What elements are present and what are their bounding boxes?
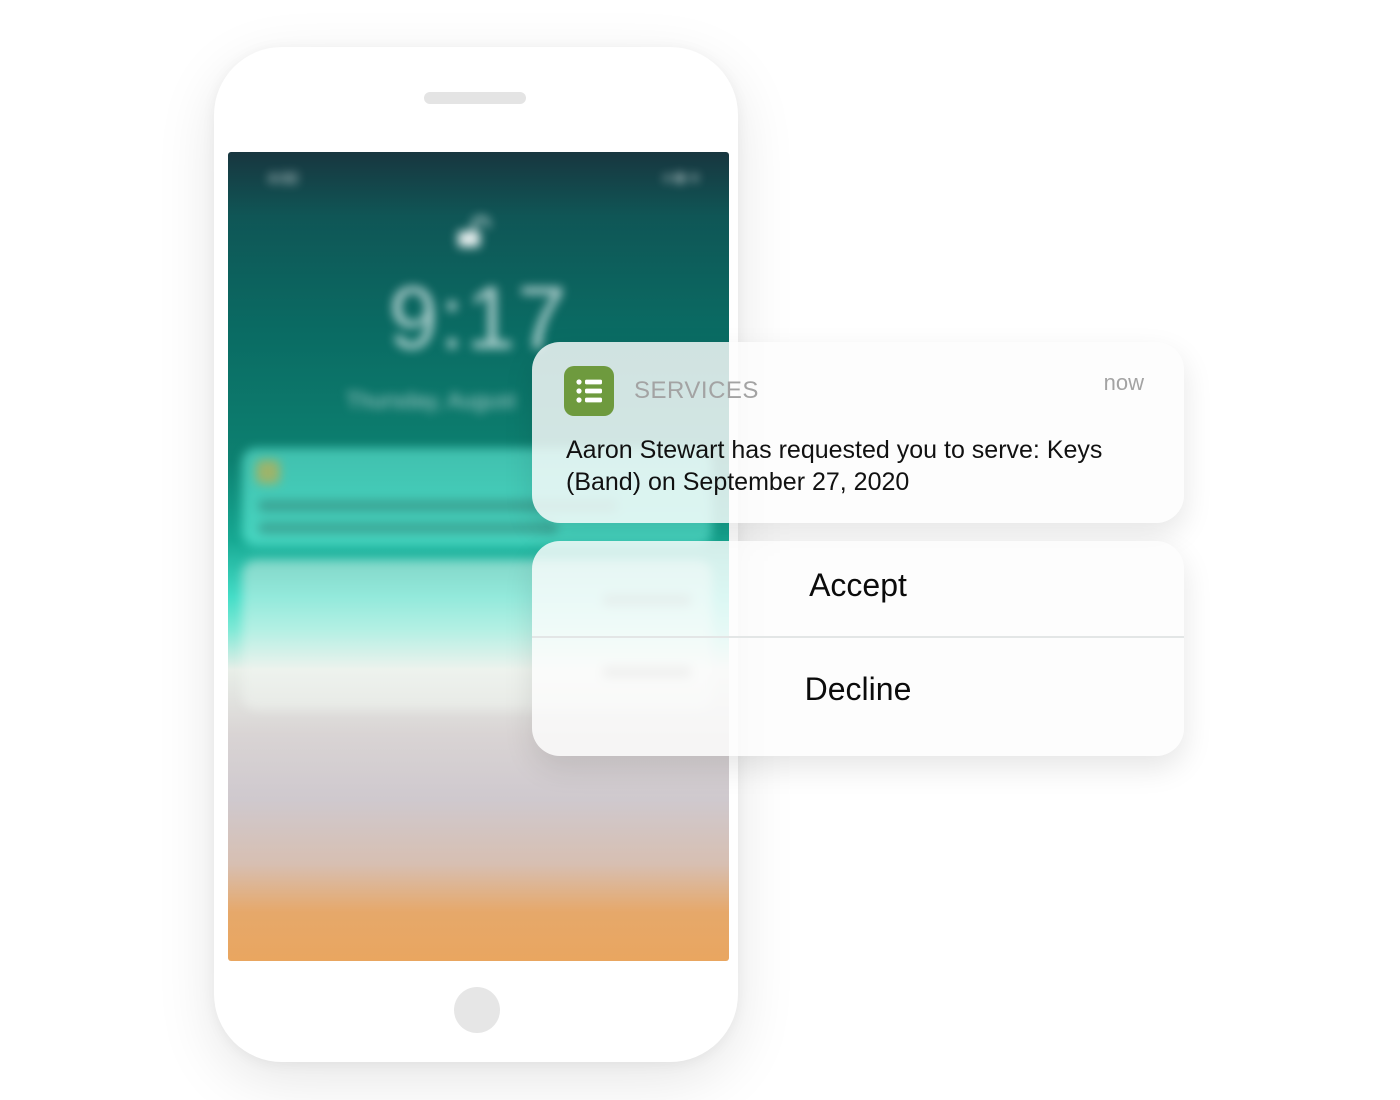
- notification-card[interactable]: SERVICES now Aaron Stewart has requested…: [532, 342, 1184, 523]
- status-bar-time: 4:02: [268, 170, 299, 187]
- background-text-line: [258, 522, 558, 534]
- background-app-icon: [256, 460, 280, 484]
- notification-time: now: [1103, 370, 1144, 395]
- lock-screen-date: Thursday, August: [346, 388, 516, 413]
- status-bar-icons: ◂ ◆ ●: [662, 169, 699, 186]
- decline-button[interactable]: Decline: [532, 638, 1184, 756]
- notification-app-name: SERVICES: [634, 377, 759, 404]
- notification-message: Aaron Stewart has requested you to serve…: [566, 436, 1103, 496]
- unlock-icon: [458, 217, 490, 247]
- accept-button[interactable]: Accept: [532, 541, 1184, 638]
- home-button[interactable]: [454, 987, 500, 1033]
- phone-speaker: [424, 92, 526, 104]
- list-icon: [564, 366, 614, 416]
- notification-actions: Accept Decline: [532, 541, 1184, 756]
